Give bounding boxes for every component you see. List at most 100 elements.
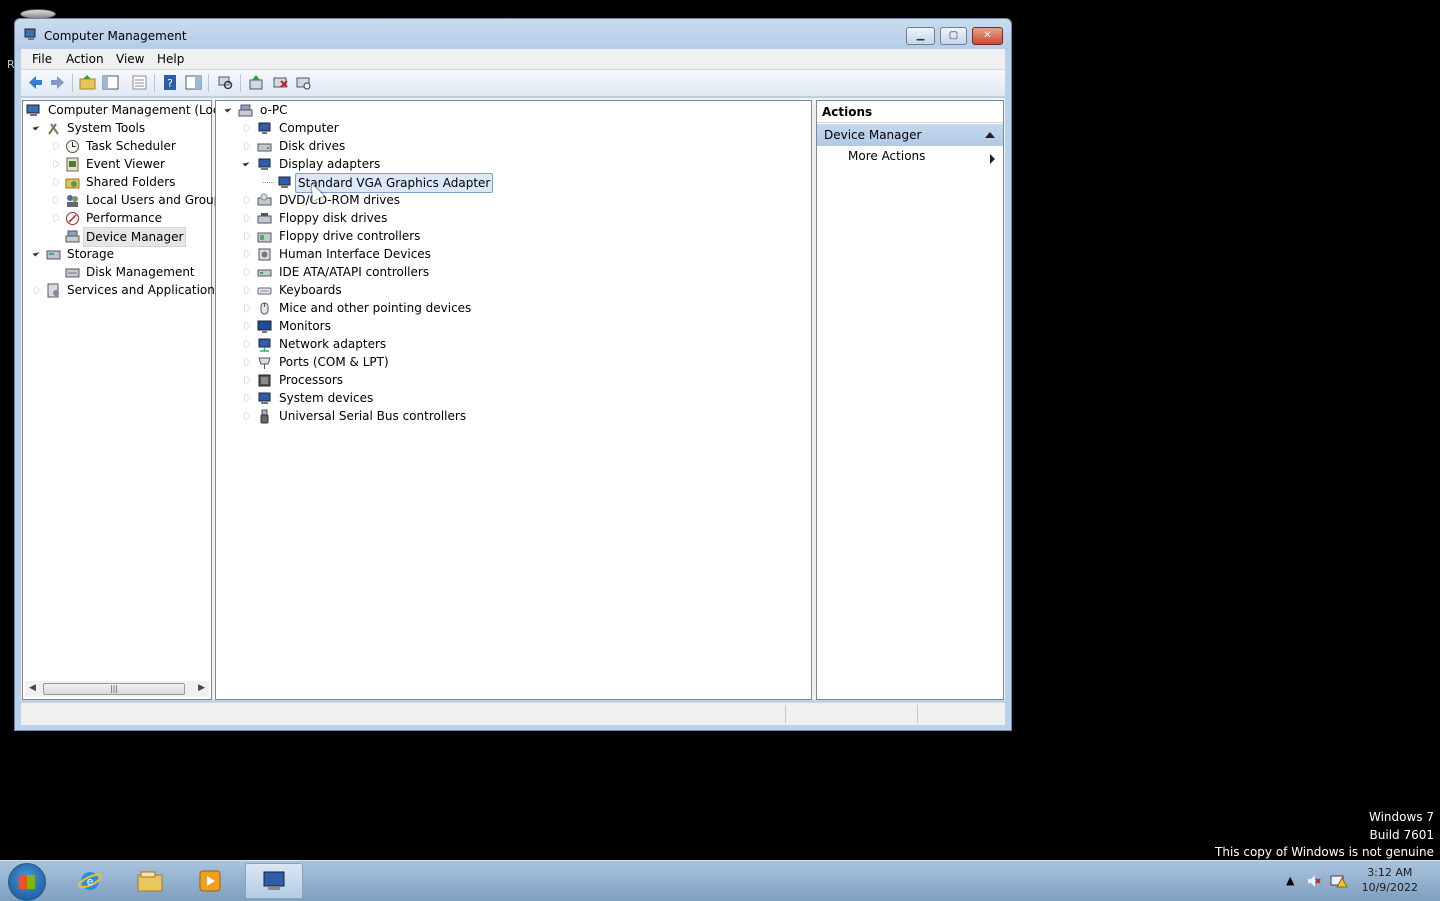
device-category-label: Universal Serial Bus controllers <box>279 409 467 423</box>
dvd-drive-icon <box>257 193 272 206</box>
scroll-left-icon[interactable]: ◀ <box>29 683 36 693</box>
actions-group-label: Device Manager <box>824 128 922 142</box>
tree-item-label: Task Scheduler <box>86 139 176 153</box>
computer-management-icon <box>24 28 36 40</box>
computer-icon <box>258 122 271 134</box>
tree-item-label: Shared Folders <box>86 175 176 189</box>
svg-text:e: e <box>87 875 94 888</box>
taskbar-internet-explorer[interactable]: e <box>62 863 120 899</box>
windows-logo-icon <box>19 875 35 889</box>
floppy-disk-icon <box>257 213 272 224</box>
computer-management-icon <box>263 871 285 890</box>
device-tree[interactable]: o-PC Computer Disk drives Display adapte… <box>215 100 812 700</box>
speaker-muted-icon[interactable] <box>1306 873 1322 889</box>
forward-arrow-icon[interactable] <box>49 74 66 91</box>
tree-item-label: Disk Management <box>86 265 195 279</box>
tree-item-label: Performance <box>86 211 163 225</box>
show-hidden-icons-icon[interactable]: ▲ <box>1286 874 1294 887</box>
system-devices-icon <box>258 392 271 404</box>
show-action-pane-icon[interactable] <box>185 74 202 91</box>
scan-hardware-icon[interactable] <box>217 74 234 91</box>
internet-explorer-icon: e <box>77 872 103 890</box>
up-folder-icon[interactable] <box>79 74 96 91</box>
tree-item-label: System Tools <box>67 121 146 135</box>
taskbar-media-player[interactable] <box>182 863 240 899</box>
actions-pane: Actions Device Manager More Actions <box>816 100 1004 700</box>
tree-item-label: Computer Management (Local <box>48 103 231 117</box>
scrollbar-thumb[interactable]: ||| <box>43 683 185 695</box>
services-icon <box>47 283 59 298</box>
watermark-line-1: Windows 7 <box>1368 810 1434 824</box>
menu-action[interactable]: Action <box>66 52 104 66</box>
close-button[interactable]: ✕ <box>972 27 1003 45</box>
actions-group-device-manager[interactable]: Device Manager <box>817 124 1003 146</box>
tree-item-label: Storage <box>67 247 114 261</box>
device-category-label: Mice and other pointing devices <box>279 301 472 315</box>
device-category-label: Monitors <box>279 319 331 333</box>
more-actions-link[interactable]: More Actions <box>848 149 925 163</box>
device-category-label: Disk drives <box>279 139 346 153</box>
taskbar-explorer[interactable] <box>122 863 180 899</box>
back-arrow-icon[interactable] <box>27 74 44 91</box>
status-bar <box>21 702 1005 725</box>
device-category-label: Computer <box>279 121 339 135</box>
properties-list-icon[interactable] <box>131 74 148 91</box>
taskbar-computer-management[interactable] <box>245 863 303 899</box>
watermark-line-2: Build 7601 <box>1369 828 1434 842</box>
device-category-label: Display adapters <box>279 157 381 171</box>
update-driver-icon[interactable] <box>248 74 265 91</box>
tree-item-label: Event Viewer <box>86 157 165 171</box>
network-adapter-icon <box>258 338 271 352</box>
svg-text:?: ? <box>167 77 173 90</box>
tree-item-label: Services and Applications <box>67 283 222 297</box>
clock-time: 3:12 AM <box>1367 866 1413 879</box>
device-item-label: Standard VGA Graphics Adapter <box>295 173 494 193</box>
collapse-up-icon[interactable] <box>985 132 995 138</box>
help-icon[interactable]: ? <box>162 74 179 91</box>
usb-icon <box>260 409 269 424</box>
menu-file[interactable]: File <box>32 52 52 66</box>
horizontal-scrollbar[interactable]: ◀ ||| ▶ <box>25 681 209 697</box>
taskbar: e ▲ 3:12 AM 10/9/2022 <box>0 860 1440 901</box>
mouse-icon <box>260 302 269 315</box>
device-category-label: Ports (COM & LPT) <box>279 355 389 369</box>
window-title: Computer Management <box>44 29 187 43</box>
content-area: Computer Management (Local System Tools … <box>21 98 1005 700</box>
device-category-label: Processors <box>279 373 344 387</box>
tree-item-label: Device Manager <box>83 227 187 247</box>
device-category-label: Floppy drive controllers <box>279 229 421 243</box>
device-category-label: Floppy disk drives <box>279 211 388 225</box>
menu-bar: File Action View Help <box>21 49 1005 70</box>
clock-date: 10/9/2022 <box>1361 881 1418 894</box>
device-category-label: System devices <box>279 391 374 405</box>
submenu-arrow-icon[interactable] <box>990 154 995 164</box>
computer-management-icon <box>26 104 40 116</box>
media-player-icon <box>199 870 221 892</box>
monitor-icon <box>257 320 272 333</box>
users-icon <box>67 195 78 207</box>
display-adapter-icon <box>278 176 291 188</box>
menu-help[interactable]: Help <box>157 52 184 66</box>
toolbar: ? <box>21 70 1005 97</box>
storage-icon <box>46 250 61 260</box>
hid-icon <box>258 248 271 261</box>
actions-header: Actions <box>817 101 1003 123</box>
title-bar[interactable]: Computer Management ▁ ▢ ✕ <box>15 19 1011 51</box>
device-category-label: DVD/CD-ROM drives <box>279 193 401 207</box>
network-warning-icon[interactable] <box>1330 873 1348 889</box>
scroll-right-icon[interactable]: ▶ <box>198 683 205 693</box>
maximize-button[interactable]: ▢ <box>940 27 967 45</box>
floppy-controller-icon <box>257 232 272 243</box>
device-category-label: Keyboards <box>279 283 342 297</box>
minimize-button[interactable]: ▁ <box>906 27 935 45</box>
disable-device-icon[interactable] <box>295 74 312 91</box>
start-button[interactable] <box>8 863 46 901</box>
computer-icon <box>238 104 253 117</box>
keyboard-icon <box>257 287 272 295</box>
uninstall-icon[interactable] <box>272 74 289 91</box>
show-hide-tree-icon[interactable] <box>102 74 119 91</box>
system-clock[interactable]: 3:12 AM 10/9/2022 <box>1362 865 1418 895</box>
console-tree[interactable]: Computer Management (Local System Tools … <box>22 100 230 700</box>
menu-view[interactable]: View <box>116 52 144 66</box>
device-root-label: o-PC <box>260 103 288 117</box>
